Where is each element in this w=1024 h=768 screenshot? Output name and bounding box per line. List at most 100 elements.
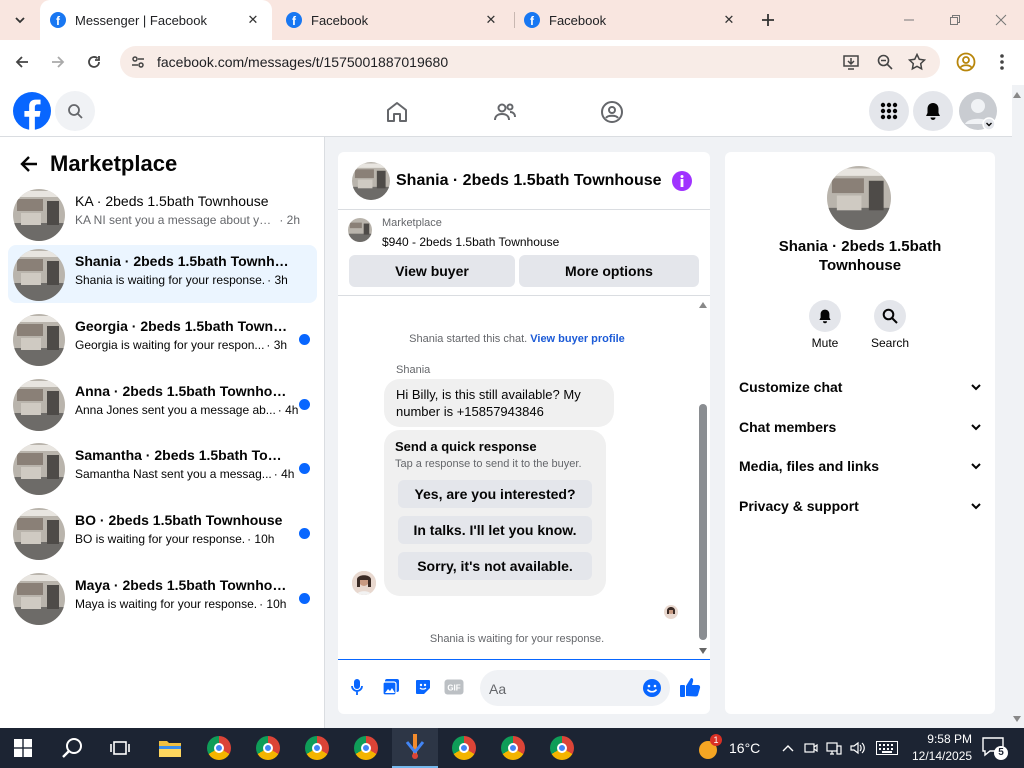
view-buyer-profile-link[interactable]: View buyer profile <box>530 333 625 345</box>
clock[interactable]: 9:58 PM 12/14/2025 <box>912 731 972 765</box>
search-icon <box>882 308 898 324</box>
conversation-info-button[interactable] <box>672 171 692 191</box>
thumbs-up-icon[interactable] <box>679 676 701 698</box>
taskbar-chrome-6[interactable] <box>490 728 536 768</box>
close-tab-icon[interactable]: ✕ <box>244 12 262 28</box>
gif-icon[interactable]: GIF <box>444 679 464 695</box>
scroll-down-icon[interactable] <box>699 648 707 654</box>
taskbar-file-explorer[interactable] <box>147 728 193 768</box>
more-options-button[interactable]: More options <box>519 255 699 287</box>
quick-reply-in-talks[interactable]: In talks. I'll let you know. <box>398 516 592 544</box>
site-info-icon[interactable] <box>130 54 146 70</box>
page-scroll-up-icon[interactable] <box>1013 92 1021 98</box>
keyboard-icon[interactable] <box>876 741 898 755</box>
address-bar[interactable]: facebook.com/messages/t/1575001887019680 <box>120 46 940 78</box>
bookmark-star-icon[interactable] <box>908 53 926 71</box>
quick-reply-not-available[interactable]: Sorry, it's not available. <box>398 552 592 580</box>
conversation-item[interactable]: Shania · 2beds 1.5bath Townhouse Shania i… <box>8 245 317 303</box>
photo-icon[interactable] <box>382 678 400 696</box>
task-view-button[interactable] <box>97 728 143 768</box>
read-receipt-avatar <box>664 605 678 619</box>
volume-icon[interactable] <box>850 741 866 755</box>
scrollbar-thumb[interactable] <box>699 404 707 640</box>
zoom-icon[interactable] <box>876 53 894 71</box>
sender-avatar[interactable] <box>352 571 376 595</box>
quick-reply-yes[interactable]: Yes, are you interested? <box>398 480 592 508</box>
taskbar-search-button[interactable] <box>49 728 95 768</box>
conversation-item[interactable]: Georgia · 2beds 1.5bath Townho... Georgia… <box>8 310 317 368</box>
start-button[interactable] <box>0 728 46 768</box>
unread-dot <box>299 399 310 410</box>
back-button[interactable] <box>8 48 36 76</box>
incoming-message-bubble[interactable]: Hi Billy, is this still available? My nu… <box>384 379 614 427</box>
account-avatar-button[interactable] <box>958 91 998 131</box>
conversation-item[interactable]: KA · 2beds 1.5bath Townhouse KA NI sent y… <box>8 185 317 243</box>
microphone-icon[interactable] <box>350 678 364 696</box>
browser-menu-button[interactable] <box>988 48 1016 76</box>
message-text: Hi Billy, is this still available? My nu… <box>396 387 581 419</box>
mute-button[interactable] <box>809 300 841 332</box>
chat-members-section[interactable]: Chat members <box>739 415 982 439</box>
notifications-button[interactable] <box>913 91 953 131</box>
emoji-icon[interactable] <box>642 678 662 698</box>
close-tab-icon[interactable]: ✕ <box>720 12 738 28</box>
taskbar-chrome-7[interactable] <box>539 728 585 768</box>
nav-friends[interactable] <box>488 95 522 129</box>
listing-card: Marketplace $940 - 2beds 1.5bath Townhou… <box>338 210 710 296</box>
tab-facebook-2[interactable]: f Facebook ✕ <box>514 0 748 40</box>
taskbar-active-app[interactable] <box>392 728 438 768</box>
info-avatar[interactable] <box>827 166 891 230</box>
weather-widget[interactable]: 1 16°C <box>697 728 760 768</box>
chrome-icon <box>550 736 574 760</box>
media-files-links-section[interactable]: Media, files and links <box>739 454 982 478</box>
meet-now-icon[interactable] <box>804 741 818 755</box>
sticker-icon[interactable] <box>414 678 432 696</box>
close-window-button[interactable] <box>978 0 1024 40</box>
new-tab-button[interactable] <box>754 6 782 34</box>
waiting-status: Shania is waiting for your response. <box>429 633 605 645</box>
windows-logo-icon <box>14 739 32 757</box>
tab-search-button[interactable] <box>6 6 34 34</box>
section-label: Media, files and links <box>739 458 880 474</box>
search-in-conversation-button[interactable] <box>874 300 906 332</box>
conversation-item[interactable]: Samantha · 2beds 1.5bath Townh... Samanth… <box>8 439 317 497</box>
close-tab-icon[interactable]: ✕ <box>482 12 500 28</box>
conversation-name: Shania · 2beds 1.5bath Townhouse <box>75 253 290 269</box>
install-app-icon[interactable] <box>842 53 860 71</box>
message-input[interactable]: Aa <box>480 670 670 706</box>
restore-button[interactable] <box>932 0 978 40</box>
conversation-item[interactable]: Anna · 2beds 1.5bath Townhouse Anna Jones… <box>8 375 317 433</box>
tab-messenger[interactable]: f Messenger | Facebook ✕ <box>40 0 272 40</box>
chat-avatar[interactable] <box>352 162 390 200</box>
conversation-item[interactable]: Maya · 2beds 1.5bath Townhouse Maya is wa… <box>8 569 317 627</box>
tab-facebook-1[interactable]: f Facebook ✕ <box>276 0 510 40</box>
view-buyer-button[interactable]: View buyer <box>349 255 515 287</box>
taskbar-chrome-4[interactable] <box>343 728 389 768</box>
conversation-item[interactable]: BO · 2beds 1.5bath Townhouse BO is waitin… <box>8 504 317 562</box>
facebook-logo-icon[interactable] <box>13 92 51 130</box>
network-icon[interactable] <box>826 741 842 755</box>
nav-groups[interactable] <box>595 95 629 129</box>
customize-chat-section[interactable]: Customize chat <box>739 375 982 399</box>
message-scrollbar[interactable] <box>696 300 710 658</box>
forward-button[interactable] <box>44 48 72 76</box>
chevron-up-icon[interactable] <box>782 744 794 752</box>
minimize-button[interactable] <box>886 0 932 40</box>
page-scroll-down-icon[interactable] <box>1013 716 1021 722</box>
listing-title[interactable]: $940 - 2beds 1.5bath Townhouse <box>382 235 559 249</box>
back-to-marketplace-button[interactable] <box>16 151 42 177</box>
taskbar-chrome-5[interactable] <box>441 728 487 768</box>
chat-header: Shania · 2beds 1.5bath Townhouse <box>338 152 710 210</box>
conversation-name: KA · 2beds 1.5bath Townhouse <box>75 193 269 209</box>
facebook-search-button[interactable] <box>55 91 95 131</box>
reload-button[interactable] <box>80 48 108 76</box>
privacy-support-section[interactable]: Privacy & support <box>739 494 982 518</box>
taskbar-chrome-3[interactable] <box>294 728 340 768</box>
taskbar-chrome-2[interactable] <box>245 728 291 768</box>
scroll-up-icon[interactable] <box>699 302 707 308</box>
profile-button[interactable] <box>952 48 980 76</box>
taskbar-chrome-1[interactable] <box>196 728 242 768</box>
notification-center-button[interactable]: 5 <box>982 737 1008 760</box>
menu-button[interactable] <box>869 91 909 131</box>
nav-home[interactable] <box>380 95 414 129</box>
